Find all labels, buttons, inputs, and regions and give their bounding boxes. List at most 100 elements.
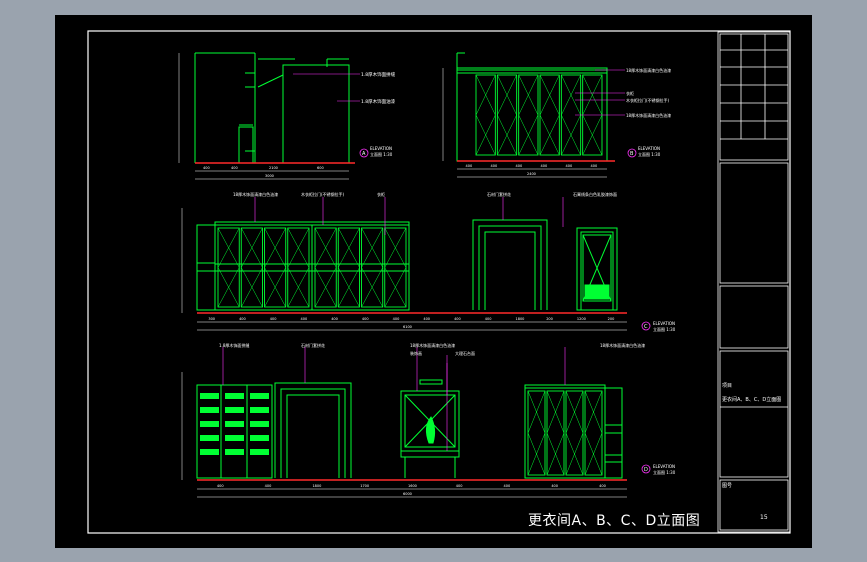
view-d-dim-1: 400 — [217, 484, 224, 488]
view-d-door-glazing-3 — [565, 390, 584, 476]
view-c-right-door-1 — [314, 227, 337, 308]
view-b-dim-5: 400 — [566, 164, 573, 168]
view-d-dim-total: 6000 — [403, 492, 412, 496]
view-d-tag-id: D — [644, 467, 648, 473]
view-b-door-glazing-3 — [518, 74, 539, 156]
view-d-dim-6: 400 — [456, 484, 463, 488]
elevation-view-b[interactable]: 18厚木饰面清漆白色油漆 衣柜 木衣柜拉门(不锈钢拉手) 18厚木饰面清漆白色油… — [442, 52, 671, 178]
view-a-tag-id: A — [362, 151, 366, 157]
view-d-callout-5: 大理石台面 — [455, 350, 475, 356]
view-c-linework — [196, 219, 618, 311]
view-c-left-door-3 — [264, 227, 287, 308]
drawing-sheet: 项目 更衣间A、B、C、D立面图 图号 15 1.8厚木饰面拼缝 1.8厚木饰面… — [87, 30, 791, 534]
view-b-dim-3: 400 — [516, 164, 523, 168]
view-b-door-3 — [518, 74, 539, 156]
view-c-right-door-2 — [337, 227, 360, 308]
view-b-door-2 — [496, 74, 518, 156]
view-d-callout-1: 1.8厚木饰面拼缝 — [219, 342, 249, 348]
view-b-tag-id: B — [630, 151, 634, 157]
project-label: 项目 — [722, 383, 732, 389]
view-c-dim-12: 200 — [546, 317, 553, 321]
view-b-dim-4: 400 — [541, 164, 548, 168]
view-d-dim-9: 400 — [599, 484, 606, 488]
view-d-panels — [527, 390, 603, 476]
view-c-right-door-glazing-2 — [337, 227, 360, 308]
view-c-left-door-glazing-3 — [264, 227, 287, 308]
view-c-callout-3: 衣柜 — [377, 191, 385, 197]
view-c-dimension-lines — [181, 208, 627, 331]
view-d-dim-8: 400 — [551, 484, 558, 488]
view-a-dim-4: 600 — [317, 166, 324, 170]
elevation-view-d[interactable]: 1.8厚木饰面拼缝 石材门套拼花 18厚木饰面清漆白色油漆 装饰画 大理石台面 … — [181, 342, 676, 498]
view-a-dimensions — [178, 53, 349, 180]
elevation-view-a[interactable]: 1.8厚木饰面拼缝 1.8厚木饰面油漆 400 400 2100 600 300… — [178, 52, 396, 180]
view-d-shelf-item-3 — [250, 393, 269, 399]
view-d-door-4 — [584, 390, 603, 476]
view-d-shelf-item-14 — [225, 449, 244, 455]
view-c-right-door-glazing-4 — [384, 227, 407, 308]
view-d-dim-4: 1700 — [360, 484, 369, 488]
view-a-linework — [194, 52, 350, 164]
view-c-scale-label: 立面图 1:30 — [653, 326, 676, 332]
view-c-left-door-1 — [217, 227, 240, 308]
view-b-dim-1: 400 — [466, 164, 473, 168]
view-b-dims: 400 400 400 400 400 400 — [466, 164, 598, 168]
view-c-dim-3: 400 — [270, 317, 277, 321]
view-c-left-door-glazing-1 — [217, 227, 240, 308]
view-d-dim-2: 400 — [265, 484, 272, 488]
view-b-door-4 — [539, 74, 560, 156]
view-c-dim-10: 400 — [485, 317, 492, 321]
view-d-dims: 400 400 1800 1700 1600 400 400 400 400 — [217, 484, 606, 488]
view-b-linework — [456, 52, 608, 162]
view-b-scale-label: 立面图 1:30 — [638, 151, 661, 157]
view-b-elevation-label: ELEVATION — [638, 146, 660, 151]
view-c-dim-4: 400 — [301, 317, 308, 321]
view-b-callout-4: 18厚木饰面清漆白色油漆 — [626, 112, 671, 118]
title-block-sheet-title: 更衣间A、B、C、D立面图 — [722, 396, 781, 403]
elevation-view-c[interactable]: 18厚木饰面清漆白色油漆 木衣柜拉门(不锈钢拉手) 衣柜 石材门套拼花 石膏线条… — [181, 191, 676, 332]
view-d-door-3 — [565, 390, 584, 476]
view-d-shelf-item-13 — [200, 449, 219, 455]
view-c-right-door-3 — [361, 227, 384, 308]
view-d-shelves — [200, 393, 269, 455]
view-d-shelf-item-1 — [200, 393, 219, 399]
view-c-dim-5: 400 — [331, 317, 338, 321]
view-b-callout-1: 18厚木饰面清漆白色油漆 — [626, 67, 671, 73]
title-block-text: 项目 更衣间A、B、C、D立面图 图号 15 — [722, 383, 781, 521]
view-c-left-door-glazing-4 — [287, 227, 310, 308]
view-d-dim-7: 400 — [504, 484, 511, 488]
view-d-shelf-item-7 — [200, 421, 219, 427]
view-c-left-door-4 — [287, 227, 310, 308]
view-b-dim-2: 400 — [491, 164, 498, 168]
view-d-shelf-item-6 — [250, 407, 269, 413]
view-c-tag-id: C — [644, 324, 648, 330]
view-c-right-door-glazing-1 — [314, 227, 337, 308]
drawing-no-label: 图号 — [722, 483, 732, 489]
view-c-right-door-4 — [384, 227, 407, 308]
view-a-dim-1: 400 — [203, 166, 210, 170]
view-d-scale-label: 立面图 1:30 — [653, 469, 676, 475]
view-c-dim-2: 400 — [239, 317, 246, 321]
view-b-dim-total: 2400 — [527, 172, 536, 176]
drawing-canvas[interactable]: 项目 更衣间A、B、C、D立面图 图号 15 1.8厚木饰面拼缝 1.8厚木饰面… — [55, 15, 812, 548]
view-c-callout-5: 石膏线条白色乳胶漆饰面 — [573, 191, 617, 197]
view-c-elevation-label: ELEVATION — [653, 321, 675, 326]
view-c-callout-1: 18厚木饰面清漆白色油漆 — [233, 191, 278, 197]
view-c-dim-14: 200 — [608, 317, 615, 321]
view-b-door-glazing-4 — [539, 74, 560, 156]
view-c-dim-11: 1800 — [516, 317, 525, 321]
view-d-door-glazing-1 — [527, 390, 546, 476]
drawing-no: 15 — [760, 514, 768, 521]
view-d-shelf-item-5 — [225, 407, 244, 413]
view-d-door-1 — [527, 390, 546, 476]
view-a-scale-label: 立面图 1:30 — [370, 151, 393, 157]
view-b-door-glazing-2 — [497, 74, 517, 156]
view-c-left-door-glazing-2 — [240, 227, 263, 308]
view-d-shelf-item-4 — [200, 407, 219, 413]
view-c-dims: 300 400 400 400 400 400 400 400 400 400 1800 200 120… — [208, 317, 614, 321]
view-d-shelf-item-9 — [250, 421, 269, 427]
view-d-shelf-item-15 — [250, 449, 269, 455]
view-c-callout-2: 木衣柜拉门(不锈钢拉手) — [301, 191, 345, 197]
view-b-door-1 — [475, 74, 496, 156]
view-d-door-glazing-4 — [584, 390, 603, 476]
